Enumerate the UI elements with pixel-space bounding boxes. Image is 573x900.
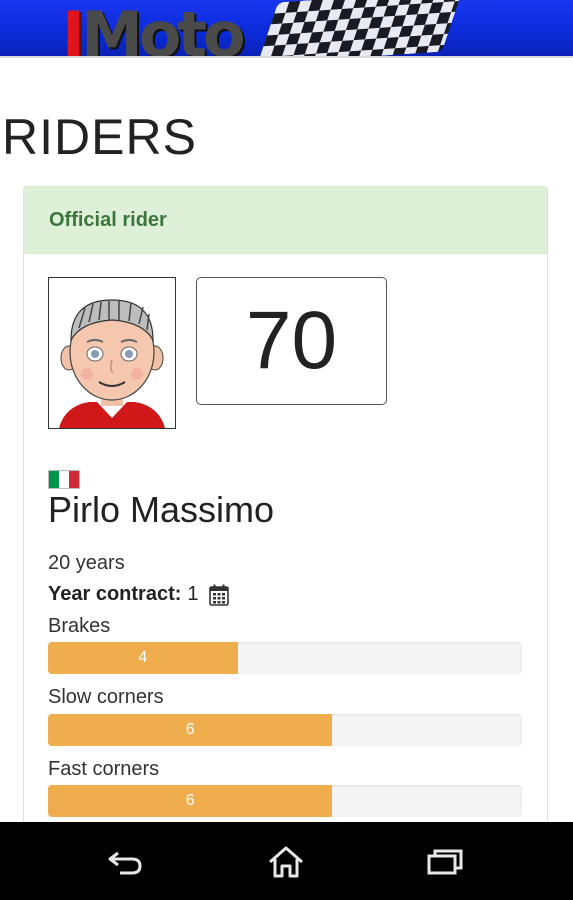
rider-panel: Official rider 70 Pirlo Massimo 20 years…: [23, 186, 548, 846]
skill-bar-fill: 6: [48, 785, 333, 817]
contract-value: 1: [187, 583, 199, 605]
system-navigation-bar: [0, 822, 573, 900]
page-title: RIDERS: [2, 109, 197, 165]
back-button[interactable]: [96, 840, 156, 884]
app-banner: IMoto: [0, 0, 573, 56]
contract-label: Year contract:: [48, 583, 182, 605]
back-icon: [108, 851, 142, 875]
rider-age: 20 years: [48, 552, 125, 574]
rider-name: Pirlo Massimo: [48, 489, 275, 530]
rider-avatar: [48, 277, 176, 429]
rider-number: 70: [245, 295, 338, 386]
skill-label-slow-corners: Slow corners: [48, 686, 164, 708]
skill-label-fast-corners: Fast corners: [48, 758, 160, 780]
skill-bar-fill: 4: [48, 642, 238, 674]
skill-bar-fill: 6: [48, 714, 333, 746]
home-icon: [269, 846, 303, 878]
contract-info: Year contract: 1: [48, 583, 229, 606]
imoto-logo: IMoto: [62, 0, 246, 56]
skill-label-brakes: Brakes: [48, 615, 111, 637]
recent-apps-icon: [427, 849, 463, 875]
checkered-flag-graphic: [257, 0, 463, 56]
skill-bar-fast-corners: 6: [48, 785, 522, 817]
home-button[interactable]: [256, 840, 316, 884]
panel-heading-label: Official rider: [49, 208, 167, 231]
rider-number-box: 70: [196, 277, 387, 405]
skill-bar-slow-corners: 6: [48, 714, 522, 746]
rider-avatar-icon: [59, 299, 165, 428]
banner-divider: [0, 56, 573, 58]
panel-heading: Official rider: [24, 187, 547, 254]
recent-apps-button[interactable]: [415, 840, 475, 884]
italy-flag-icon: [48, 470, 80, 489]
skill-bar-brakes: 4: [48, 642, 522, 674]
calendar-icon: [208, 584, 229, 606]
